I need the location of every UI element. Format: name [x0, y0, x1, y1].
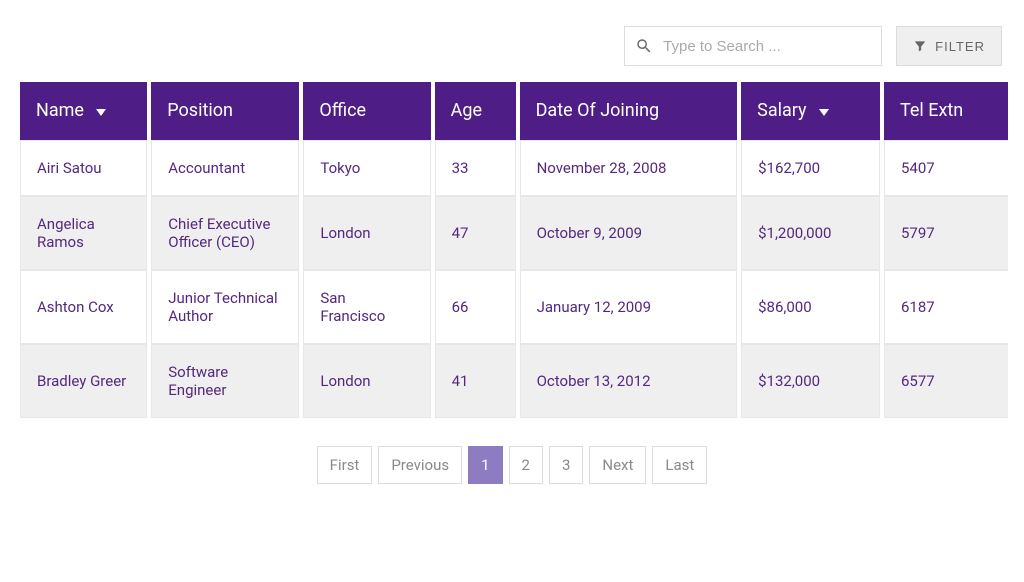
cell-doj: October 13, 2012: [520, 344, 738, 418]
page-previous[interactable]: Previous: [378, 446, 462, 484]
cell-salary: $1,200,000: [741, 196, 880, 270]
page-first[interactable]: First: [317, 446, 373, 484]
col-salary-label: Salary: [757, 100, 806, 121]
col-age-label: Age: [451, 100, 482, 121]
pagination: First Previous 123 Next Last: [16, 446, 1008, 484]
col-office-label: Office: [319, 100, 366, 121]
cell-age: 47: [435, 196, 516, 270]
col-tel-label: Tel Extn: [900, 100, 963, 121]
cell-position: Software Engineer: [151, 344, 299, 418]
cell-office: London: [303, 196, 430, 270]
col-name-label: Name: [36, 100, 84, 121]
cell-age: 33: [435, 140, 516, 196]
table-row: Airi SatouAccountantTokyo33November 28, …: [20, 140, 1008, 196]
cell-salary: $162,700: [741, 140, 880, 196]
col-tel[interactable]: Tel Extn: [884, 82, 1008, 140]
cell-salary: $86,000: [741, 270, 880, 344]
page-number[interactable]: 2: [509, 446, 543, 484]
table-row: Ashton CoxJunior Technical AuthorSan Fra…: [20, 270, 1008, 344]
col-salary[interactable]: Salary: [741, 82, 880, 140]
cell-position: Chief Executive Officer (CEO): [151, 196, 299, 270]
table-row: Bradley GreerSoftware EngineerLondon41Oc…: [20, 344, 1008, 418]
filter-button[interactable]: FILTER: [896, 26, 1002, 66]
cell-salary: $132,000: [741, 344, 880, 418]
sort-down-icon: [819, 101, 829, 122]
filter-icon: [913, 39, 927, 53]
col-doj-label: Date Of Joining: [536, 100, 660, 121]
cell-doj: January 12, 2009: [520, 270, 738, 344]
cell-position: Accountant: [151, 140, 299, 196]
search-input[interactable]: [661, 37, 871, 56]
cell-name: Airi Satou: [20, 140, 147, 196]
cell-doj: October 9, 2009: [520, 196, 738, 270]
cell-tel: 5407: [884, 140, 1008, 196]
col-office[interactable]: Office: [303, 82, 430, 140]
cell-tel: 6577: [884, 344, 1008, 418]
cell-age: 41: [435, 344, 516, 418]
toolbar: FILTER: [16, 26, 1008, 66]
cell-tel: 5797: [884, 196, 1008, 270]
cell-name: Bradley Greer: [20, 344, 147, 418]
cell-office: Tokyo: [303, 140, 430, 196]
page-number[interactable]: 3: [549, 446, 583, 484]
col-age[interactable]: Age: [435, 82, 516, 140]
filter-label: FILTER: [935, 39, 985, 54]
table-row: Angelica RamosChief Executive Officer (C…: [20, 196, 1008, 270]
col-name[interactable]: Name: [20, 82, 147, 140]
cell-tel: 6187: [884, 270, 1008, 344]
sort-down-icon: [96, 101, 106, 122]
col-doj[interactable]: Date Of Joining: [520, 82, 738, 140]
cell-name: Angelica Ramos: [20, 196, 147, 270]
page-next[interactable]: Next: [589, 446, 646, 484]
cell-age: 66: [435, 270, 516, 344]
search-icon: [635, 37, 653, 55]
cell-office: San Francisco: [303, 270, 430, 344]
cell-doj: November 28, 2008: [520, 140, 738, 196]
search-input-wrapper[interactable]: [624, 26, 882, 66]
col-position[interactable]: Position: [151, 82, 299, 140]
data-table: Name Position Office Age Date Of Joining…: [16, 82, 1008, 418]
cell-position: Junior Technical Author: [151, 270, 299, 344]
cell-office: London: [303, 344, 430, 418]
page-number[interactable]: 1: [468, 446, 502, 484]
page-last[interactable]: Last: [652, 446, 707, 484]
col-position-label: Position: [167, 100, 233, 121]
cell-name: Ashton Cox: [20, 270, 147, 344]
table-scroll-region[interactable]: Name Position Office Age Date Of Joining…: [16, 82, 1008, 418]
